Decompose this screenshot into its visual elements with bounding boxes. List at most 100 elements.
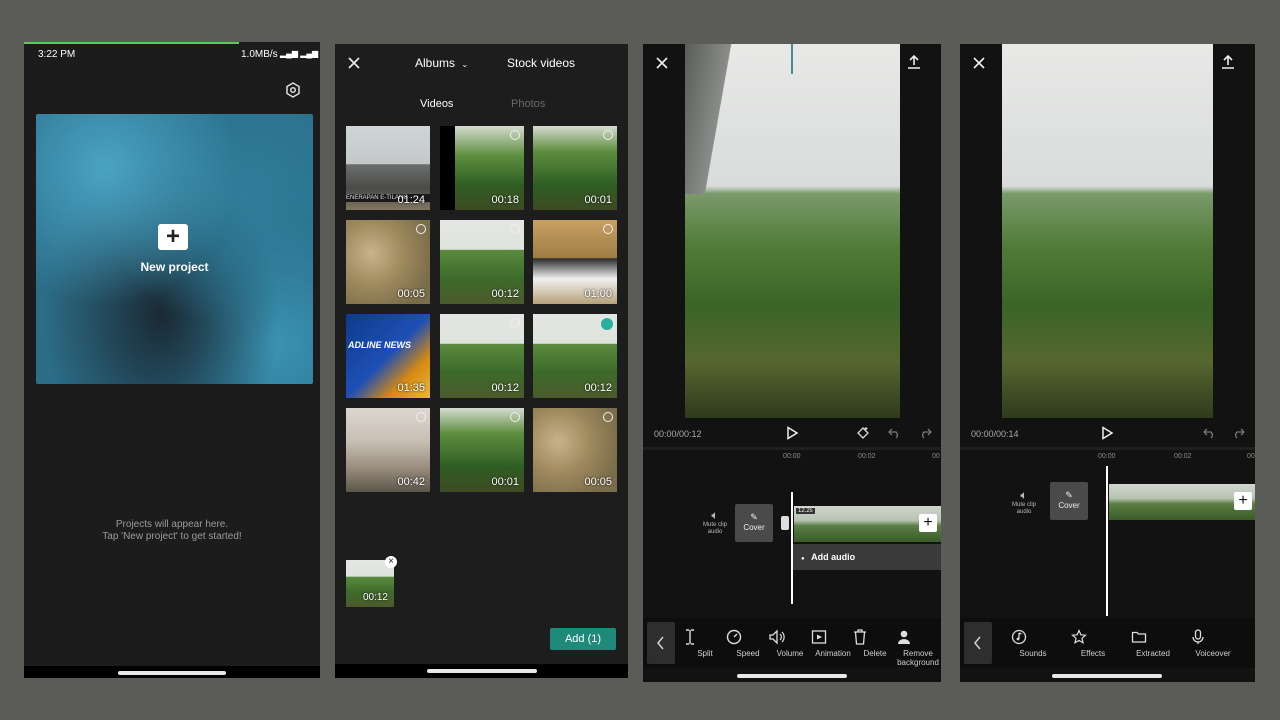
select-circle-icon[interactable]	[416, 412, 426, 422]
cover-button[interactable]: ✎ Cover	[1050, 482, 1088, 520]
person-icon	[896, 629, 940, 645]
export-upload-icon[interactable]	[1221, 54, 1235, 70]
split-button[interactable]: Split	[683, 629, 727, 658]
extracted-button[interactable]: Extracted	[1131, 629, 1175, 658]
undo-icon[interactable]	[888, 427, 901, 439]
duration-label: 00:01	[584, 194, 612, 206]
back-chevron-button[interactable]	[964, 622, 992, 664]
settings-gear-icon[interactable]	[285, 82, 301, 98]
select-circle-icon[interactable]	[510, 130, 520, 140]
close-icon[interactable]	[972, 56, 986, 70]
tab-photos[interactable]: Photos	[511, 98, 545, 110]
add-clip-plus-icon[interactable]: +	[919, 514, 937, 532]
back-chevron-button[interactable]	[647, 622, 675, 664]
mute-clip-audio-button[interactable]: 🔈︎ Mute clip audio	[697, 508, 733, 536]
clip-trim-handle[interactable]	[781, 516, 789, 530]
close-icon[interactable]	[347, 56, 361, 70]
editor-screen-clip: 00:00/00:12 00:00 00:02 00 🔈︎ Mute clip …	[643, 44, 941, 682]
time-tick: 00:00	[1098, 453, 1116, 460]
video-thumb[interactable]: 00:01	[440, 408, 524, 492]
video-thumb[interactable]: 00:01	[533, 126, 617, 210]
guide-line	[791, 44, 793, 74]
trash-icon	[853, 629, 897, 645]
redo-icon[interactable]	[1232, 427, 1245, 439]
time-tick: 00:00	[783, 453, 801, 460]
video-preview[interactable]	[685, 44, 900, 418]
select-circle-icon[interactable]	[603, 224, 613, 234]
duration-label: 00:05	[397, 288, 425, 300]
video-preview[interactable]	[1002, 44, 1213, 418]
add-button[interactable]: Add (1)	[550, 628, 616, 650]
selected-number-badge[interactable]	[601, 318, 613, 330]
play-icon[interactable]	[785, 426, 799, 440]
pencil-icon: ✎	[750, 512, 758, 522]
redo-icon[interactable]	[919, 427, 932, 439]
cover-label: Cover	[1058, 501, 1080, 510]
effects-button[interactable]: Effects	[1071, 629, 1115, 658]
video-thumb[interactable]: 00:05	[533, 408, 617, 492]
add-audio-track[interactable]: ● Add audio	[793, 544, 941, 570]
cover-button[interactable]: ✎ Cover	[735, 504, 773, 542]
animation-button[interactable]: Animation	[811, 629, 855, 658]
play-icon[interactable]	[1100, 426, 1114, 440]
video-thumb[interactable]: 01:00	[533, 220, 617, 304]
tool-label: Extracted	[1136, 649, 1170, 658]
home-screen: 3:22 PM 1.0MB/s ▂▄▆ ▂▄▆ + New project Pr…	[24, 42, 320, 678]
select-circle-icon[interactable]	[510, 318, 520, 328]
time-tick: 00	[1247, 453, 1255, 460]
video-thumb[interactable]: 00:18	[440, 126, 524, 210]
stock-videos-tab[interactable]: Stock videos	[507, 56, 575, 70]
export-upload-icon[interactable]	[907, 54, 921, 70]
sounds-button[interactable]: Sounds	[1011, 629, 1055, 658]
select-circle-icon[interactable]	[603, 412, 613, 422]
duration-label: 00:12	[584, 382, 612, 394]
speedometer-icon	[726, 629, 770, 645]
status-time: 3:22 PM	[38, 49, 76, 60]
video-thumb[interactable]: 00:12	[440, 314, 524, 398]
video-thumb-selected[interactable]: 00:12	[533, 314, 617, 398]
status-network: 1.0MB/s	[241, 49, 278, 60]
playhead[interactable]	[1106, 466, 1108, 616]
select-circle-icon[interactable]	[510, 224, 520, 234]
pencil-icon: ✎	[1065, 490, 1073, 500]
select-circle-icon[interactable]	[510, 412, 520, 422]
speaker-icon: 🔈︎	[1020, 488, 1028, 502]
select-circle-icon[interactable]	[603, 130, 613, 140]
video-thumb[interactable]: ADLINE NEWS 01:35	[346, 314, 430, 398]
empty-state-line2: Tap 'New project' to get started!	[102, 531, 242, 542]
chevron-down-icon: ⌄	[461, 60, 469, 69]
volume-button[interactable]: Volume	[768, 629, 812, 658]
tool-label: Voiceover	[1195, 649, 1231, 658]
tool-label: Speed	[736, 649, 760, 658]
video-thumb[interactable]: 00:05	[346, 220, 430, 304]
video-thumb[interactable]: 00:12	[440, 220, 524, 304]
add-icon: ●	[801, 556, 805, 562]
video-thumb[interactable]: 00:42	[346, 408, 430, 492]
delete-button[interactable]: Delete	[853, 629, 897, 658]
mute-clip-audio-button[interactable]: 🔈︎ Mute clip audio	[1006, 488, 1042, 516]
undo-icon[interactable]	[1203, 427, 1216, 439]
voiceover-button[interactable]: Voiceover	[1191, 629, 1235, 658]
new-project-label: New project	[140, 260, 209, 274]
add-clip-plus-icon[interactable]: +	[1234, 492, 1252, 510]
remove-background-button[interactable]: Remove background	[896, 629, 940, 667]
new-project-card[interactable]: + New project	[36, 114, 313, 384]
timecode: 00:00/00:14	[971, 429, 1019, 439]
volume-icon	[768, 629, 812, 645]
speed-button[interactable]: Speed	[726, 629, 770, 658]
keyframe-icon[interactable]	[855, 426, 871, 440]
video-thumb[interactable]: ENERAPAN E-TILANG 01:24	[346, 126, 430, 210]
tab-videos[interactable]: Videos	[420, 98, 453, 110]
editor-screen-main: 00:00/00:14 00:00 00:02 00 🔈︎ Mute clip …	[960, 44, 1255, 682]
tool-label: Sounds	[1019, 649, 1047, 658]
remove-clip-icon[interactable]: ×	[385, 556, 397, 568]
albums-label: Albums	[415, 56, 456, 70]
close-icon[interactable]	[655, 56, 669, 70]
duration-label: 01:35	[397, 382, 425, 394]
albums-dropdown[interactable]: Albums ⌄	[415, 56, 468, 70]
home-indicator	[1052, 674, 1162, 678]
select-circle-icon[interactable]	[416, 224, 426, 234]
tool-label: Split	[697, 649, 713, 658]
tool-label: Volume	[776, 649, 804, 658]
duration-label: 01:24	[397, 194, 425, 206]
